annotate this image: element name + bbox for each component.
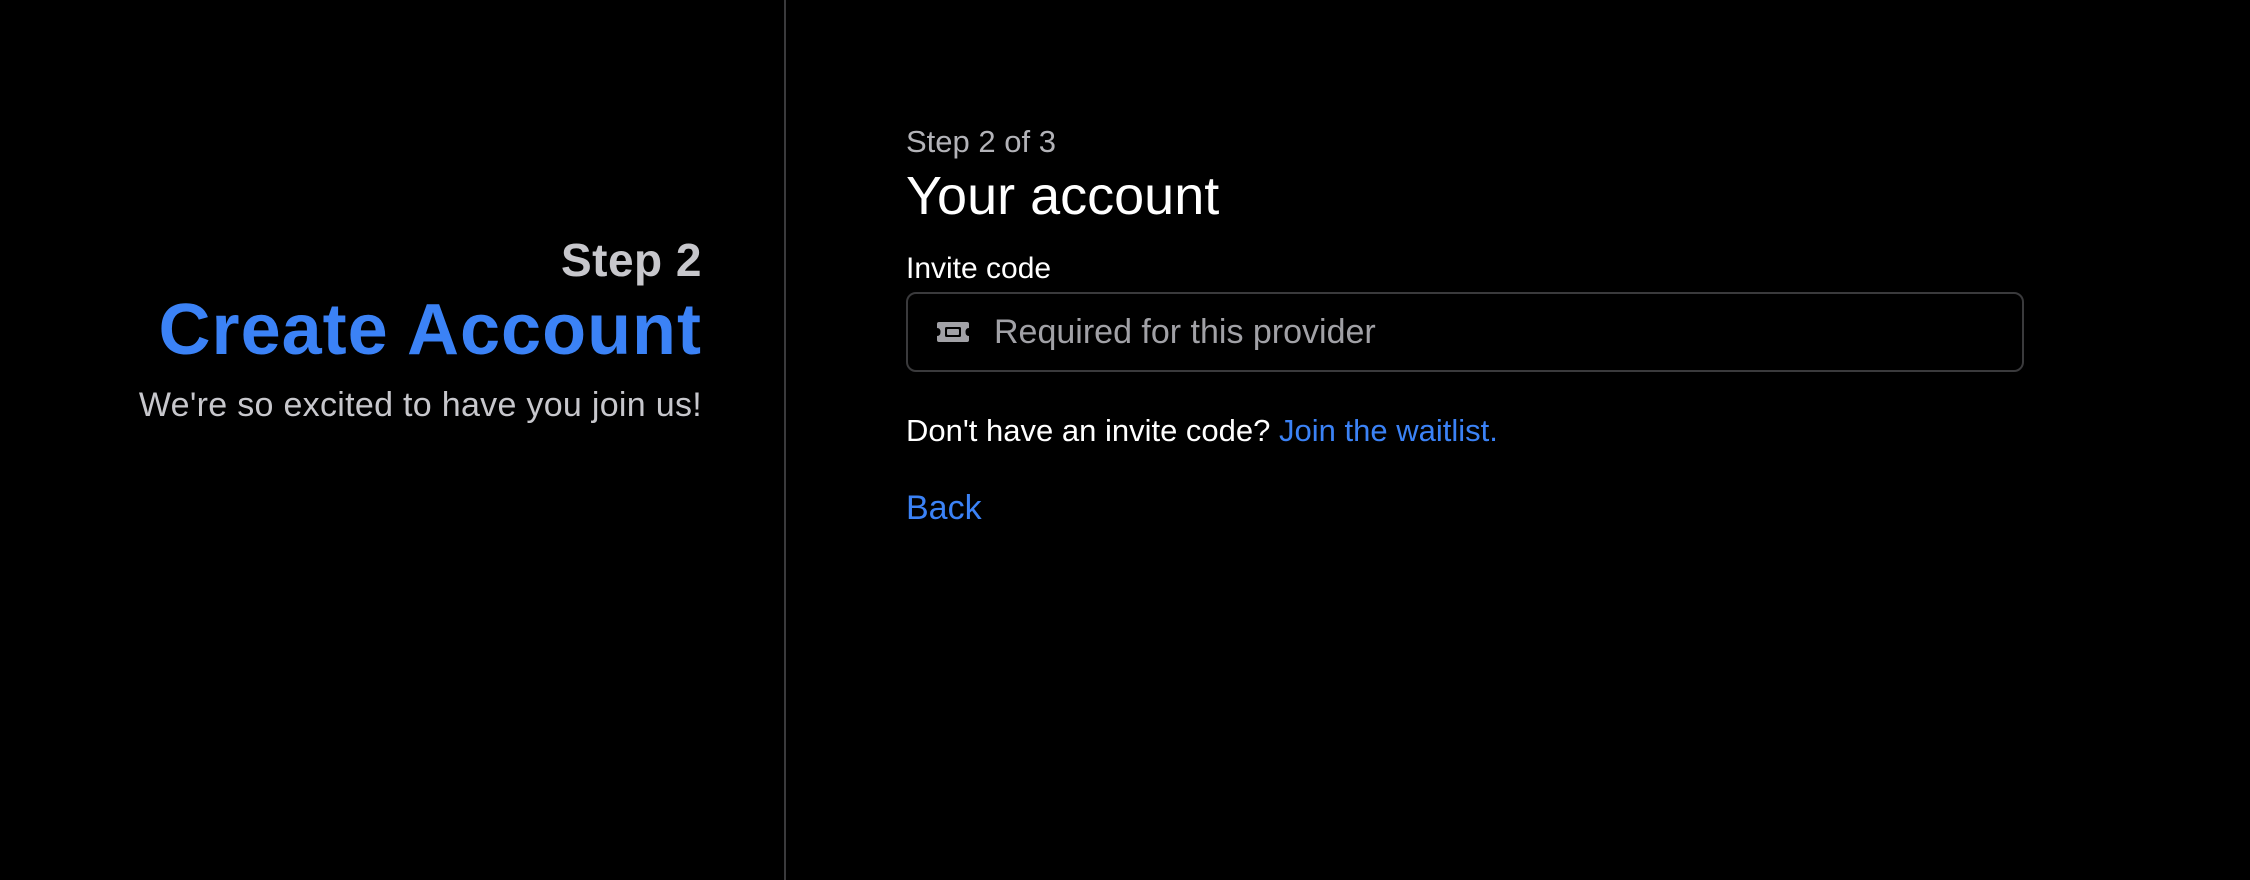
invite-code-input[interactable] bbox=[994, 312, 2022, 352]
ticket-icon bbox=[936, 321, 970, 343]
signup-page: Step 2 Create Account We're so excited t… bbox=[0, 0, 2250, 880]
step-progress-text: Step 2 of 3 bbox=[906, 124, 1056, 159]
invite-code-label: Invite code bbox=[906, 252, 1052, 285]
step-heading: Step 2 bbox=[560, 234, 702, 286]
waitlist-prompt: Don't have an invite code? bbox=[906, 413, 1279, 448]
back-link[interactable]: Back bbox=[906, 486, 982, 530]
waitlist-row: Don't have an invite code? Join the wait… bbox=[906, 410, 2026, 452]
join-waitlist-link[interactable]: Join the waitlist. bbox=[1279, 413, 1498, 448]
invite-code-field[interactable] bbox=[906, 292, 2024, 372]
account-form: Step 2 of 3 Your account Invite code Don… bbox=[906, 122, 2026, 530]
intro-panel: Step 2 Create Account We're so excited t… bbox=[0, 0, 786, 880]
intro-content: Step 2 Create Account We're so excited t… bbox=[139, 232, 702, 428]
page-title: Create Account bbox=[158, 290, 702, 370]
form-title: Your account bbox=[906, 166, 1220, 226]
welcome-tagline: We're so excited to have you join us! bbox=[138, 386, 702, 424]
